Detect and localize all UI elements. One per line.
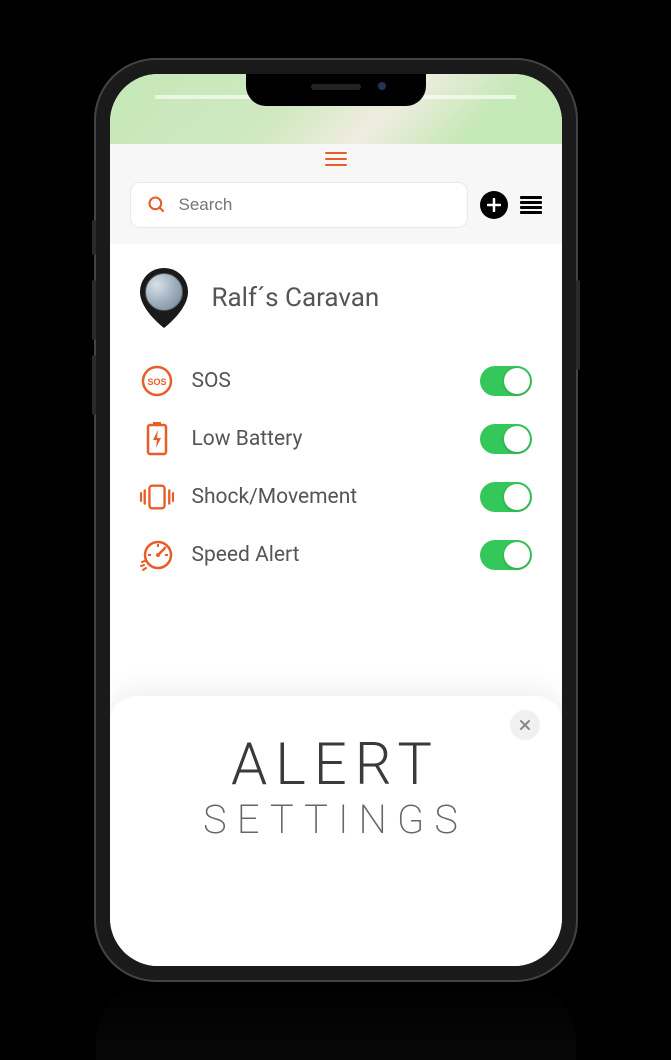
battery-icon [140,422,174,456]
toggle-low-battery[interactable] [480,424,532,454]
phone-mockup: Ralf´s Caravan SOS SOS [96,60,576,980]
main-content: Ralf´s Caravan SOS SOS [110,244,562,572]
alert-label: Low Battery [192,427,462,451]
vibration-icon [140,480,174,514]
close-icon [519,719,531,731]
close-button[interactable] [510,710,540,740]
alert-label: SOS [192,369,462,393]
svg-text:SOS: SOS [147,377,166,387]
drag-handle-icon [325,152,347,166]
silence-switch [92,220,96,255]
volume-up [92,280,96,340]
speedometer-icon [140,538,174,572]
alert-row-speed: Speed Alert [140,538,532,572]
search-input[interactable] [179,195,451,215]
drawer-handle-bar[interactable] [110,144,562,174]
overlay-title: ALERT [110,736,562,794]
overlay-subtitle: SETTINGS [110,796,562,843]
reflection [96,980,576,1060]
toggle-sos[interactable] [480,366,532,396]
caravan-thumbnail [145,273,183,311]
search-row [110,174,562,244]
alert-label: Shock/Movement [192,485,462,509]
plus-icon [487,198,501,212]
power-button [576,280,580,370]
overlay-card: ALERT SETTINGS [110,696,562,966]
device-header: Ralf´s Caravan [140,268,532,328]
phone-notch [246,74,426,106]
alert-label: Speed Alert [192,543,462,567]
menu-button[interactable] [520,196,542,214]
add-button[interactable] [480,191,508,219]
search-box[interactable] [130,182,468,228]
sos-icon: SOS [140,364,174,398]
volume-down [92,355,96,415]
toggle-speed[interactable] [480,540,532,570]
app-screen: Ralf´s Caravan SOS SOS [110,74,562,966]
toggle-shock[interactable] [480,482,532,512]
alert-list: SOS SOS Low Battery [140,364,532,572]
search-icon [147,195,167,215]
alert-row-sos: SOS SOS [140,364,532,398]
alert-row-shock: Shock/Movement [140,480,532,514]
device-pin-icon[interactable] [140,268,188,328]
alert-row-low-battery: Low Battery [140,422,532,456]
device-title: Ralf´s Caravan [212,283,380,313]
